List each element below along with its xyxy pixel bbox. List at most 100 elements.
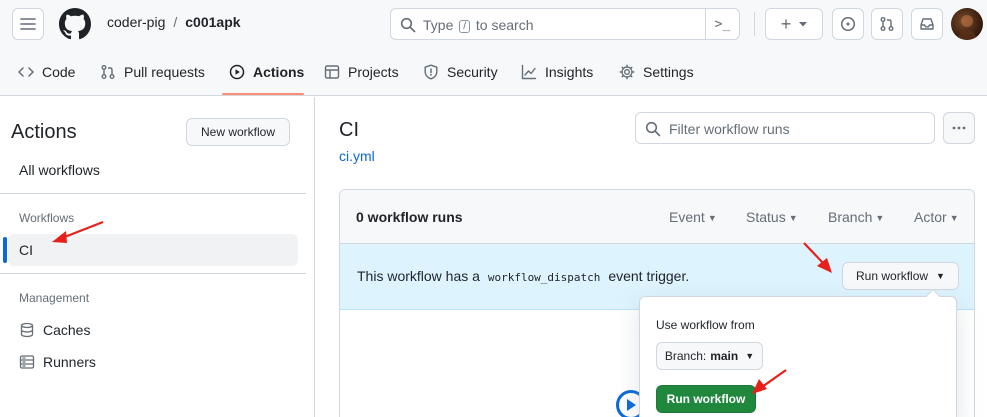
- dispatch-text-suffix: event trigger.: [608, 268, 690, 284]
- caret-down-icon: ▼: [949, 213, 959, 223]
- new-workflow-button[interactable]: New workflow: [186, 118, 290, 146]
- run-workflow-dropdown-button[interactable]: Run workflow ▼: [842, 262, 959, 290]
- run-workflow-submit-button[interactable]: Run workflow: [656, 385, 756, 413]
- github-logo-icon[interactable]: [59, 8, 91, 40]
- play-icon: [229, 64, 245, 80]
- sidebar-item-label: Caches: [43, 322, 91, 338]
- issue-icon: [840, 16, 856, 32]
- inbox-icon: [920, 18, 934, 30]
- sidebar-item-runners[interactable]: Runners: [19, 354, 96, 370]
- table-icon: [324, 65, 340, 79]
- tab-label: Pull requests: [124, 64, 205, 80]
- filter-label: Status: [746, 209, 786, 225]
- sidebar-item-ci[interactable]: [8, 234, 298, 266]
- tab-label: Projects: [348, 64, 399, 80]
- search-icon: [400, 17, 416, 33]
- use-workflow-from-label: Use workflow from: [656, 318, 755, 332]
- hamburger-menu-button[interactable]: [12, 8, 44, 40]
- hamburger-icon: [20, 18, 36, 30]
- avatar[interactable]: [951, 8, 983, 40]
- caret-down-icon: ▼: [788, 213, 798, 223]
- runs-header: 0 workflow runs Event ▼ Status ▼ Branch ▼ A…: [340, 190, 974, 244]
- sidebar-item-all-workflows[interactable]: All workflows: [19, 162, 100, 178]
- graph-icon: [521, 64, 537, 80]
- sidebar-divider: [0, 273, 306, 274]
- selected-indicator: [3, 237, 7, 263]
- breadcrumb-separator: /: [173, 14, 178, 30]
- tab-label: Insights: [545, 64, 594, 80]
- active-tab-indicator: [222, 93, 304, 95]
- actor-filter[interactable]: Actor ▼: [914, 209, 959, 225]
- repo-tabs: Code Pull requests Actions Projects Secu…: [0, 48, 987, 96]
- workflows-heading: Workflows: [19, 211, 75, 225]
- server-icon: [19, 355, 35, 369]
- caret-down-icon: ▼: [936, 271, 945, 281]
- event-filter[interactable]: Event ▼: [669, 209, 717, 225]
- run-workflow-popover: Use workflow from Branch: main ▼ Run wor…: [639, 296, 957, 417]
- pull-requests-button[interactable]: [871, 8, 903, 40]
- filter-runs-input[interactable]: Filter workflow runs: [635, 112, 935, 144]
- chevron-down-icon: [799, 22, 808, 27]
- global-header: coder-pig / c001apk Type / to search >_ …: [0, 0, 987, 48]
- pull-request-icon: [880, 17, 894, 31]
- pull-request-icon: [101, 65, 115, 79]
- caret-down-icon: ▼: [875, 213, 885, 223]
- dispatch-text: This workflow has a workflow_dispatch ev…: [357, 268, 689, 284]
- inbox-button[interactable]: [911, 8, 943, 40]
- branch-value: main: [710, 349, 739, 363]
- search-placeholder-suffix: to search: [475, 17, 534, 33]
- kebab-horizontal-icon: [952, 126, 966, 130]
- tab-label: Code: [42, 64, 76, 80]
- sidebar-item-caches[interactable]: Caches: [19, 322, 90, 338]
- issues-button[interactable]: [832, 8, 864, 40]
- branch-filter[interactable]: Branch ▼: [828, 209, 884, 225]
- tab-label: Actions: [253, 64, 305, 80]
- sidebar-divider: [0, 193, 306, 194]
- tab-label: Settings: [643, 64, 694, 80]
- search-input[interactable]: Type / to search >_: [390, 8, 740, 40]
- shield-icon: [424, 64, 438, 80]
- tab-actions[interactable]: Actions: [229, 48, 304, 96]
- tab-settings[interactable]: Settings: [619, 48, 694, 96]
- more-options-button[interactable]: [943, 112, 975, 144]
- filter-placeholder: Filter workflow runs: [669, 121, 790, 137]
- button-label: Run workflow: [856, 269, 929, 283]
- sidebar-title: Actions: [11, 121, 77, 143]
- workflow-file-link[interactable]: ci.yml: [339, 148, 375, 164]
- workflow-title: CI: [339, 119, 359, 141]
- dispatch-text-prefix: This workflow has a: [357, 268, 480, 284]
- tab-insights[interactable]: Insights: [521, 48, 593, 96]
- caret-down-icon: ▼: [745, 351, 755, 361]
- tab-projects[interactable]: Projects: [324, 48, 399, 96]
- command-palette-icon[interactable]: >_: [705, 9, 739, 39]
- tab-pull-requests[interactable]: Pull requests: [100, 48, 205, 96]
- sidebar-item-ci-label: CI: [19, 242, 33, 258]
- status-filter[interactable]: Status ▼: [746, 209, 798, 225]
- sidebar-item-label: Runners: [43, 354, 96, 370]
- search-shortcut-key: /: [459, 20, 471, 33]
- search-placeholder-prefix: Type: [423, 17, 454, 33]
- play-icon: [627, 399, 636, 411]
- create-new-button[interactable]: +: [765, 8, 823, 40]
- tab-label: Security: [447, 64, 498, 80]
- dispatch-code: workflow_dispatch: [487, 271, 601, 284]
- plus-icon: +: [780, 13, 792, 34]
- runs-count: 0 workflow runs: [356, 209, 463, 225]
- avatar-image: [957, 15, 977, 40]
- breadcrumb-repo[interactable]: c001apk: [185, 14, 240, 30]
- tab-security[interactable]: Security: [423, 48, 498, 96]
- branch-select[interactable]: Branch: main ▼: [656, 342, 763, 370]
- gear-icon: [619, 64, 635, 80]
- filter-label: Event: [669, 209, 705, 225]
- filter-label: Actor: [914, 209, 947, 225]
- breadcrumb: coder-pig / c001apk: [107, 14, 241, 30]
- header-divider: [754, 12, 755, 36]
- tab-code[interactable]: Code: [18, 48, 75, 96]
- management-heading: Management: [19, 291, 90, 305]
- search-placeholder: Type / to search: [423, 17, 534, 33]
- filter-label: Branch: [828, 209, 873, 225]
- code-icon: [18, 67, 34, 77]
- breadcrumb-owner[interactable]: coder-pig: [107, 14, 165, 30]
- caret-down-icon: ▼: [707, 213, 717, 223]
- branch-prefix: Branch:: [664, 349, 707, 363]
